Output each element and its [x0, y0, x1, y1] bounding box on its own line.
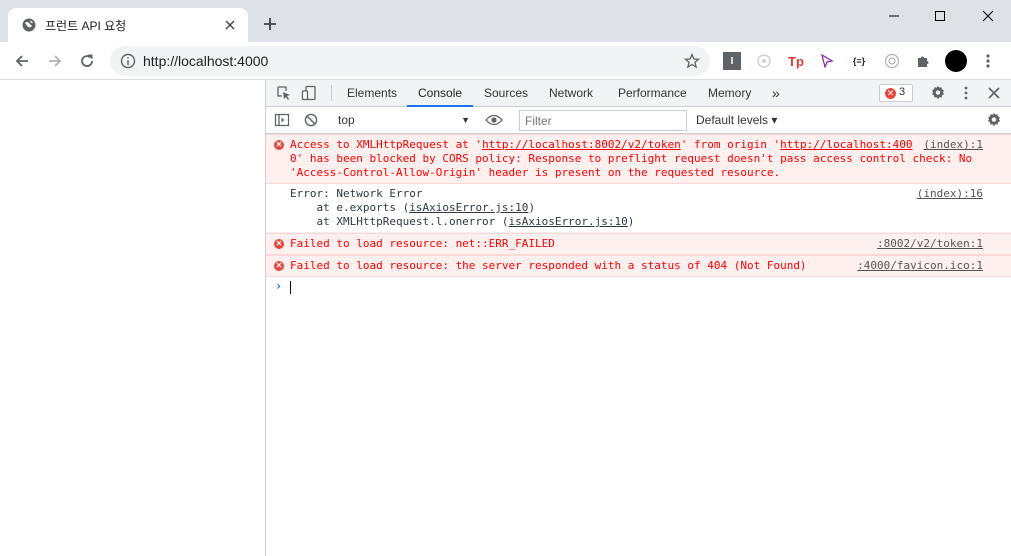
tab-performance[interactable]: Performance	[618, 80, 687, 107]
log-levels-dropdown[interactable]: Default levels ▾	[696, 111, 777, 130]
message-line: Error: Network Error	[290, 187, 423, 200]
error-icon: ✕	[885, 88, 896, 99]
extension-i-icon[interactable]: I	[723, 52, 741, 70]
extension-gear-icon[interactable]	[755, 52, 773, 70]
console-error-message: ✕ Failed to load resource: the server re…	[266, 255, 1011, 277]
browser-tab[interactable]: 프런트 API 요청	[8, 8, 248, 42]
bookmark-star-icon[interactable]	[683, 52, 701, 69]
context-value: top	[338, 113, 355, 127]
url-link[interactable]: http://localhost:8002/v2/token	[482, 138, 681, 151]
tab-memory[interactable]: Memory	[708, 80, 751, 107]
console-prompt[interactable]: ›	[266, 277, 1011, 297]
tab-elements[interactable]: Elements	[347, 80, 397, 107]
console-log-message: Error: Network Error at e.exports (isAxi…	[266, 184, 1011, 233]
info-icon[interactable]	[120, 53, 136, 69]
filter-input[interactable]	[519, 110, 687, 131]
error-icon: ✕	[274, 261, 284, 271]
close-window-icon[interactable]	[978, 6, 998, 26]
prompt-chevron-icon: ›	[275, 279, 283, 293]
extension-tp-icon[interactable]: Tp	[787, 52, 805, 70]
extensions-puzzle-icon[interactable]	[914, 52, 932, 70]
source-link[interactable]: :4000/favicon.ico:1	[857, 259, 983, 273]
sidebar-toggle-icon[interactable]	[274, 112, 290, 128]
browser-toolbar: http://localhost:4000 I Tp {≡}	[0, 42, 1011, 80]
toolbar-divider	[331, 85, 332, 101]
console-error-message: ✕ Failed to load resource: net::ERR_FAIL…	[266, 233, 1011, 255]
url-link[interactable]: http://localhost:400	[780, 138, 912, 151]
error-icon: ✕	[274, 140, 284, 150]
url-text[interactable]: http://localhost:4000	[143, 53, 268, 69]
chevron-down-icon: ▼	[461, 115, 470, 125]
profile-avatar[interactable]	[945, 50, 967, 72]
clear-console-icon[interactable]	[303, 112, 319, 128]
text-caret	[290, 281, 291, 294]
minimize-icon[interactable]	[884, 6, 904, 26]
tab-network[interactable]: Network	[549, 80, 593, 107]
forward-arrow-icon[interactable]	[45, 51, 65, 71]
globe-icon	[22, 18, 36, 32]
inspect-element-icon[interactable]	[276, 85, 292, 101]
console-error-message: ✕ Access to XMLHttpRequest at 'http://lo…	[266, 134, 1011, 184]
stack-source-link[interactable]: isAxiosError.js:10	[509, 215, 628, 228]
source-link[interactable]: (index):16	[917, 187, 983, 201]
error-count-badge[interactable]: ✕ 3	[879, 84, 913, 102]
device-toolbar-icon[interactable]	[301, 85, 317, 101]
tab-console[interactable]: Console	[407, 80, 474, 107]
devtools-menu-icon[interactable]	[958, 85, 974, 101]
reload-icon[interactable]	[77, 51, 97, 71]
live-expression-eye-icon[interactable]	[485, 112, 503, 128]
console-filter-bar: top ▼ Default levels ▾	[266, 107, 1011, 134]
console-settings-gear-icon[interactable]	[986, 112, 1002, 128]
close-tab-icon[interactable]	[222, 17, 238, 33]
extension-target-icon[interactable]	[883, 52, 901, 70]
error-icon: ✕	[274, 239, 284, 249]
context-select[interactable]: top ▼	[338, 111, 470, 130]
tab-title: 프런트 API 요청	[45, 19, 127, 33]
source-link[interactable]: :8002/v2/token:1	[877, 237, 983, 251]
tab-sources[interactable]: Sources	[484, 80, 528, 107]
menu-kebab-icon[interactable]	[979, 52, 997, 70]
console-messages: ✕ Access to XMLHttpRequest at 'http://lo…	[266, 134, 1011, 297]
more-tabs-button[interactable]: »	[772, 80, 780, 107]
settings-gear-icon[interactable]	[930, 85, 946, 101]
devtools-panel: Elements Console Sources Network Perform…	[265, 80, 1011, 556]
extension-json-icon[interactable]: {≡}	[850, 52, 868, 70]
message-line: 'Access-Control-Allow-Origin' header is …	[290, 166, 781, 179]
message-line: Access to XMLHttpRequest at 'http://loca…	[290, 138, 913, 151]
stack-line: at XMLHttpRequest.l.onerror (isAxiosErro…	[290, 215, 635, 228]
extension-arrow-icon[interactable]	[818, 52, 836, 70]
stack-source-link[interactable]: isAxiosError.js:10	[409, 201, 528, 214]
stack-line: at e.exports (isAxiosError.js:10)	[290, 201, 536, 214]
address-bar[interactable]: http://localhost:4000	[110, 46, 710, 76]
maximize-icon[interactable]	[930, 6, 950, 26]
page-viewport	[0, 80, 265, 556]
message-line: 0' has been blocked by CORS policy: Resp…	[290, 152, 973, 165]
new-tab-button[interactable]	[262, 16, 278, 32]
error-count: 3	[899, 86, 906, 98]
close-devtools-icon[interactable]	[986, 85, 1002, 101]
devtools-tab-bar: Elements Console Sources Network Perform…	[266, 80, 1011, 107]
tab-strip: 프런트 API 요청	[0, 0, 1011, 42]
back-arrow-icon[interactable]	[12, 51, 32, 71]
source-link[interactable]: (index):1	[923, 138, 983, 152]
